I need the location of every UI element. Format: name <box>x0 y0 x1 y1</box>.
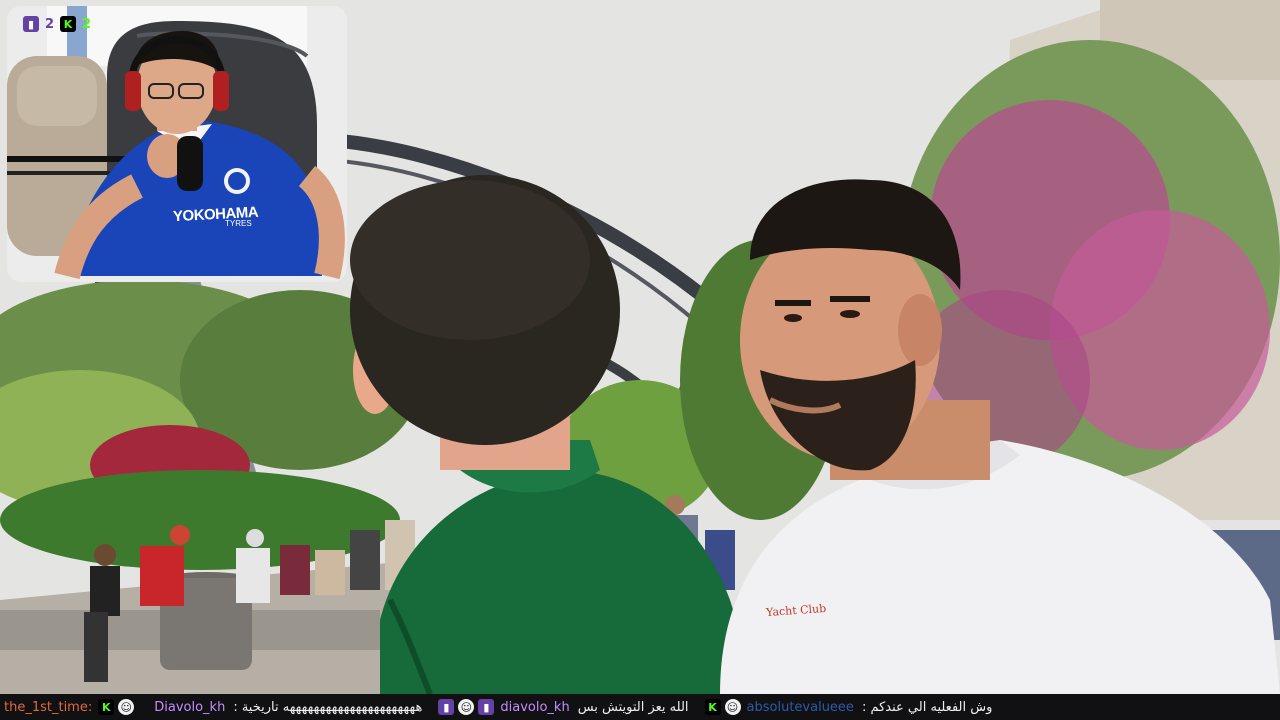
webcam-feed <box>7 6 347 282</box>
twitch-icon: ▮ <box>438 699 455 715</box>
emote-icon: ☺ <box>724 699 741 715</box>
chat-message: the_1st_time: K ☺ <box>0 699 136 715</box>
chat-message: ▮ ☺ ▮ diavolo_kh الله يعز التويتش بس <box>436 699 689 715</box>
twitch-icon: ▮ <box>23 16 39 32</box>
chat-username[interactable]: Diavolo_kh <box>154 700 225 715</box>
kick-icon: K <box>98 699 115 715</box>
chat-username[interactable]: absolutevalueee <box>747 700 854 715</box>
kick-count: 2 <box>82 16 92 32</box>
chat-ticker: the_1st_time: K ☺ Diavolo_kh : ههههههههه… <box>0 694 1280 720</box>
kick-icon: K <box>60 16 77 32</box>
video-player[interactable]: Yacht Club YOKOHAMA TYRES ▮ 2 K 2 <box>0 0 1280 694</box>
webcam-overlay: YOKOHAMA TYRES ▮ 2 K 2 <box>7 6 347 282</box>
chat-text: الله يعز التويتش بس <box>577 699 689 715</box>
chat-message: K ☺ absolutevalueee : وش الفعليه الي عند… <box>703 699 993 715</box>
chat-text: : ههههههههههههههههههههههه تاريخية <box>233 699 423 715</box>
chat-text: : وش الفعليه الي عندكم <box>861 699 993 715</box>
emote-icon: ☺ <box>458 699 475 715</box>
chat-username[interactable]: the_1st_time: <box>4 700 92 715</box>
twitch-count: 2 <box>45 16 55 32</box>
twitch-icon: ▮ <box>478 699 495 715</box>
kick-icon: K <box>704 699 721 715</box>
chat-message: Diavolo_kh : ههههههههههههههههههههههه تار… <box>150 700 422 715</box>
jersey-sponsor-sub: TYRES <box>225 219 252 228</box>
viewer-counters: ▮ 2 K 2 <box>21 16 91 32</box>
emote-icon: ☺ <box>118 699 135 715</box>
chat-username[interactable]: diavolo_kh <box>500 700 569 715</box>
